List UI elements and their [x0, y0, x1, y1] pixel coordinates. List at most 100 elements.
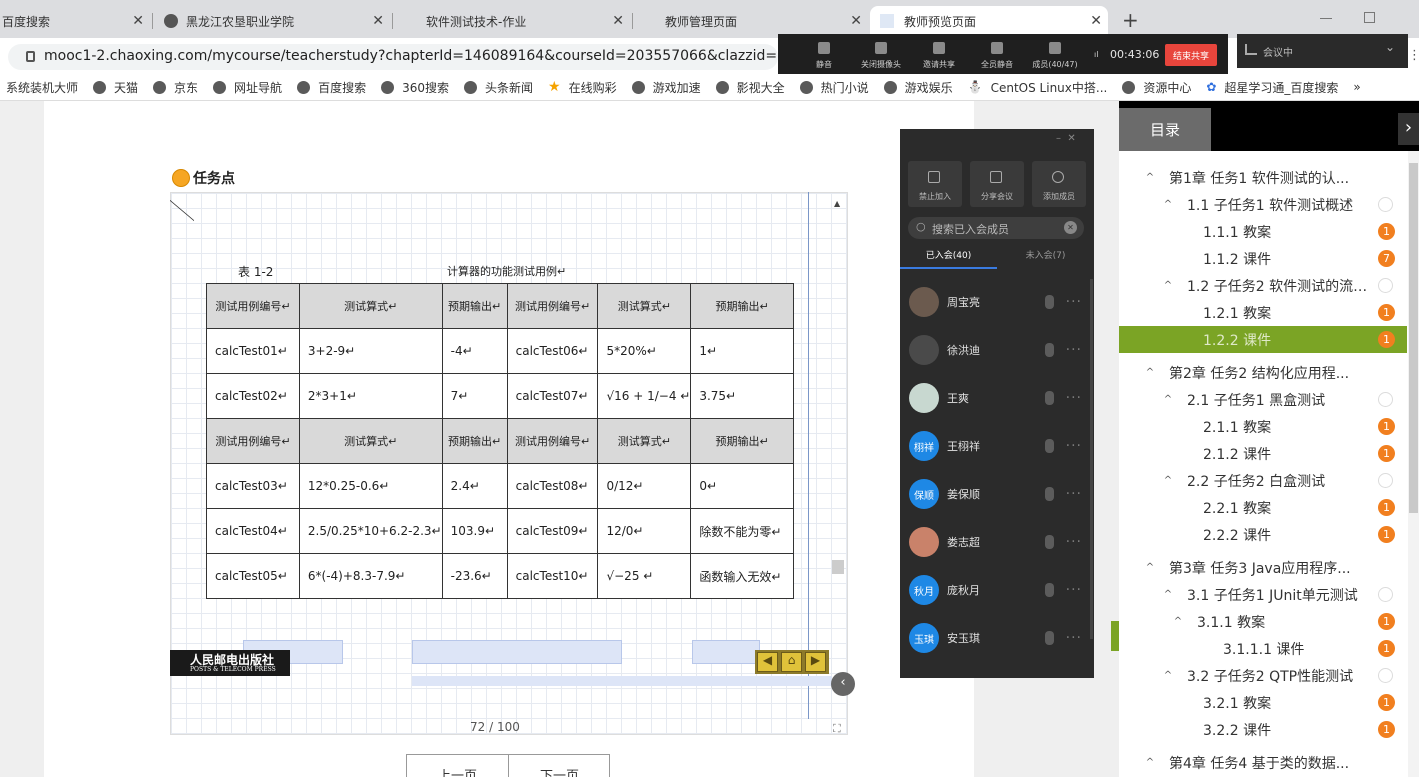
bookmark-item[interactable]: 资源中心	[1122, 79, 1191, 96]
panel-window-controls[interactable]: – ✕	[1056, 133, 1076, 144]
member-row[interactable]: 保顺 姜保顺 ···	[900, 470, 1094, 518]
viewer-scrollbar[interactable]: ▲	[829, 193, 847, 718]
catalog-item[interactable]: 1.2.2 课件 1	[1119, 326, 1407, 353]
close-icon[interactable]: ✕	[850, 13, 862, 29]
microphone-icon[interactable]	[1044, 535, 1054, 549]
catalog-section[interactable]: ^ 1.2 子任务2 软件测试的流程...	[1119, 272, 1407, 299]
collapse-arrow-button[interactable]: ‹	[831, 672, 855, 696]
chevron-up-icon[interactable]: ^	[1161, 475, 1175, 486]
member-row[interactable]: 秋月 庞秋月 ···	[900, 566, 1094, 614]
close-icon[interactable]: ✕	[372, 13, 384, 29]
microphone-icon[interactable]	[1044, 295, 1054, 309]
prev-page-button[interactable]: 上一页	[407, 755, 509, 777]
catalog-item[interactable]: 3.2.2 课件 1	[1119, 716, 1407, 743]
chevron-up-icon[interactable]: ^	[1161, 670, 1175, 681]
menu-dots-icon[interactable]: ⋮	[1408, 48, 1419, 63]
bookmark-item[interactable]: ★ 在线购彩	[548, 79, 617, 96]
catalog-item[interactable]: 2.2.2 课件 1	[1119, 521, 1407, 548]
member-row[interactable]: 王爽 ···	[900, 374, 1094, 422]
chevron-up-icon[interactable]: ^	[1161, 199, 1175, 210]
catalog-section[interactable]: ^ 3.2 子任务2 QTP性能测试	[1119, 662, 1407, 689]
more-icon[interactable]: ···	[1066, 630, 1082, 646]
bookmark-item[interactable]: 天猫	[93, 79, 138, 96]
bookmark-item[interactable]: 网址导航	[213, 79, 282, 96]
chevron-up-icon[interactable]: ^	[1143, 172, 1157, 183]
bookmark-item[interactable]: ✿ 超星学习通_百度搜索	[1206, 79, 1338, 96]
catalog-item[interactable]: 1.1.2 课件 7	[1119, 245, 1407, 272]
close-icon[interactable]: ✕	[612, 13, 624, 29]
more-icon[interactable]: ···	[1066, 294, 1082, 310]
more-icon[interactable]: ···	[1066, 438, 1082, 454]
chevron-up-icon[interactable]: ^	[1143, 757, 1157, 768]
camera-off-button[interactable]: 关闭摄像头	[858, 42, 904, 70]
share-button[interactable]: 邀请共享	[916, 42, 962, 70]
bookmark-item[interactable]: 百度搜索	[297, 79, 366, 96]
tab-baidu-search[interactable]: 百度搜索 ✕	[0, 6, 150, 36]
prev-arrow-icon[interactable]: ◀	[757, 652, 778, 672]
more-icon[interactable]: ···	[1066, 582, 1082, 598]
minimize-icon[interactable]	[1320, 18, 1332, 19]
member-row[interactable]: 栩祥 王栩祥 ···	[900, 422, 1094, 470]
add-member-button[interactable]: 添加成员	[1032, 161, 1086, 207]
end-share-button[interactable]: 结束共享	[1165, 44, 1217, 66]
tab-teacher-manage[interactable]: 教师管理页面 ✕	[638, 6, 868, 36]
catalog-section[interactable]: ^ 2.2 子任务2 白盒测试	[1119, 467, 1407, 494]
tab-joined[interactable]: 已入会(40)	[900, 245, 997, 269]
catalog-item[interactable]: 2.2.1 教案 1	[1119, 494, 1407, 521]
clear-icon[interactable]: ✕	[1064, 221, 1077, 234]
bookmark-item[interactable]: 京东	[153, 79, 198, 96]
member-row[interactable]: 周宝亮 ···	[900, 278, 1094, 326]
catalog-section[interactable]: ^ 1.1 子任务1 软件测试概述	[1119, 191, 1407, 218]
bookmark-item[interactable]: 360搜索	[381, 79, 449, 96]
catalog-chapter[interactable]: ^ 第1章 任务1 软件测试的认...	[1119, 164, 1407, 191]
chevron-up-icon[interactable]: ^	[1143, 562, 1157, 573]
tab-not-joined[interactable]: 未入会(7)	[997, 245, 1094, 269]
chevron-up-icon[interactable]: ^	[1161, 280, 1175, 291]
url-text[interactable]: mooc1-2.chaoxing.com/mycourse/teacherstu…	[44, 48, 776, 64]
member-search-input[interactable]: ○ 搜索已入会成员 ✕	[908, 217, 1084, 239]
member-row[interactable]: 玉琪 安玉琪 ···	[900, 614, 1094, 662]
microphone-icon[interactable]	[1044, 391, 1054, 405]
scroll-thumb[interactable]	[832, 560, 844, 574]
member-row[interactable]: 徐洪迪 ···	[900, 326, 1094, 374]
catalog-tab[interactable]: 目录	[1119, 108, 1211, 151]
close-icon[interactable]: ✕	[1090, 13, 1102, 29]
chevron-right-icon[interactable]: ›	[1398, 113, 1419, 145]
bookmark-item[interactable]: 游戏加速	[631, 79, 701, 96]
microphone-icon[interactable]	[1044, 439, 1054, 453]
catalog-section[interactable]: ^ 3.1 子任务1 JUnit单元测试	[1119, 581, 1407, 608]
next-page-button[interactable]: 下一页	[509, 755, 610, 777]
close-icon[interactable]: ✕	[132, 13, 144, 29]
catalog-item[interactable]: 3.1.1.1 课件 1	[1119, 635, 1407, 662]
more-icon[interactable]: ···	[1066, 534, 1082, 550]
share-meeting-button[interactable]: 分享会议	[970, 161, 1024, 207]
catalog-chapter[interactable]: ^ 第2章 任务2 结构化应用程...	[1119, 359, 1407, 386]
microphone-icon[interactable]	[1044, 487, 1054, 501]
catalog-item[interactable]: 1.1.1 教案 1	[1119, 218, 1407, 245]
bookmark-item[interactable]: 游戏娱乐	[883, 79, 953, 96]
mute-button[interactable]: 静音	[801, 42, 847, 70]
tab-college[interactable]: 黑龙江农垦职业学院 ✕	[160, 6, 390, 36]
catalog-item[interactable]: 2.1.2 课件 1	[1119, 440, 1407, 467]
catalog-scrollbar[interactable]	[1408, 151, 1419, 777]
sidebar-toggle-handle[interactable]	[1111, 621, 1119, 651]
more-icon[interactable]: ···	[1066, 342, 1082, 358]
member-row[interactable]: 娄志超 ···	[900, 518, 1094, 566]
catalog-item[interactable]: 3.2.1 教案 1	[1119, 689, 1407, 716]
bookmark-item[interactable]: 影视大全	[715, 79, 785, 96]
bookmark-item[interactable]: 头条新闻	[463, 79, 533, 96]
tab-homework[interactable]: 软件测试技术-作业 ✕	[398, 6, 630, 36]
next-arrow-icon[interactable]: ▶	[805, 652, 826, 672]
catalog-section[interactable]: ^ 2.1 子任务1 黑盒测试	[1119, 386, 1407, 413]
chevron-up-icon[interactable]: ^	[1171, 616, 1185, 627]
meeting-status-box[interactable]: 会议中 ⌄	[1237, 34, 1408, 68]
bookmarks-more[interactable]: »	[1353, 80, 1360, 94]
microphone-icon[interactable]	[1044, 631, 1054, 645]
catalog-chapter[interactable]: ^ 第4章 任务4 基于类的数据...	[1119, 749, 1407, 776]
microphone-icon[interactable]	[1044, 343, 1054, 357]
chevron-up-icon[interactable]: ^	[1161, 589, 1175, 600]
catalog-item[interactable]: 2.1.1 教案 1	[1119, 413, 1407, 440]
bookmark-item[interactable]: ⛄ CentOS Linux中搭...	[968, 79, 1108, 96]
bookmark-item[interactable]: 热门小说	[799, 79, 869, 96]
more-icon[interactable]: ···	[1066, 486, 1082, 502]
